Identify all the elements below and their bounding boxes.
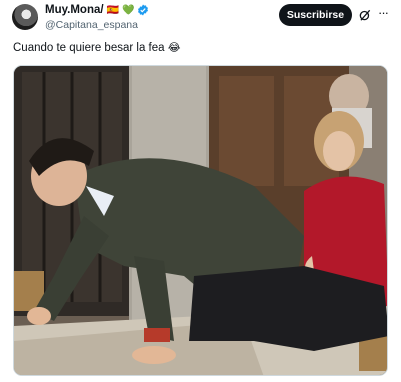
subscribe-button[interactable]: Suscribirse xyxy=(279,4,352,26)
tweet-photo[interactable] xyxy=(13,65,388,376)
tears-of-joy-emoji: 😂 xyxy=(167,42,181,54)
spain-flag-emoji: 🇪🇸 xyxy=(106,4,120,16)
photo-illustration xyxy=(14,66,387,375)
verified-badge-icon xyxy=(137,4,149,16)
green-heart-emoji: 💚 xyxy=(122,4,135,16)
more-options-icon[interactable]: ··· xyxy=(375,6,391,22)
author-avatar[interactable] xyxy=(12,4,38,30)
grok-icon[interactable] xyxy=(358,8,372,22)
tweet-text-content: Cuando te quiere besar la fea xyxy=(13,42,165,54)
author-handle[interactable]: @Capitana_espana xyxy=(45,19,138,31)
tweet-text: Cuando te quiere besar la fea 😂 xyxy=(13,41,181,54)
author-display-name[interactable]: Muy.Mona/ xyxy=(45,4,104,16)
author-name-row[interactable]: Muy.Mona/ 🇪🇸 💚 xyxy=(45,4,149,16)
